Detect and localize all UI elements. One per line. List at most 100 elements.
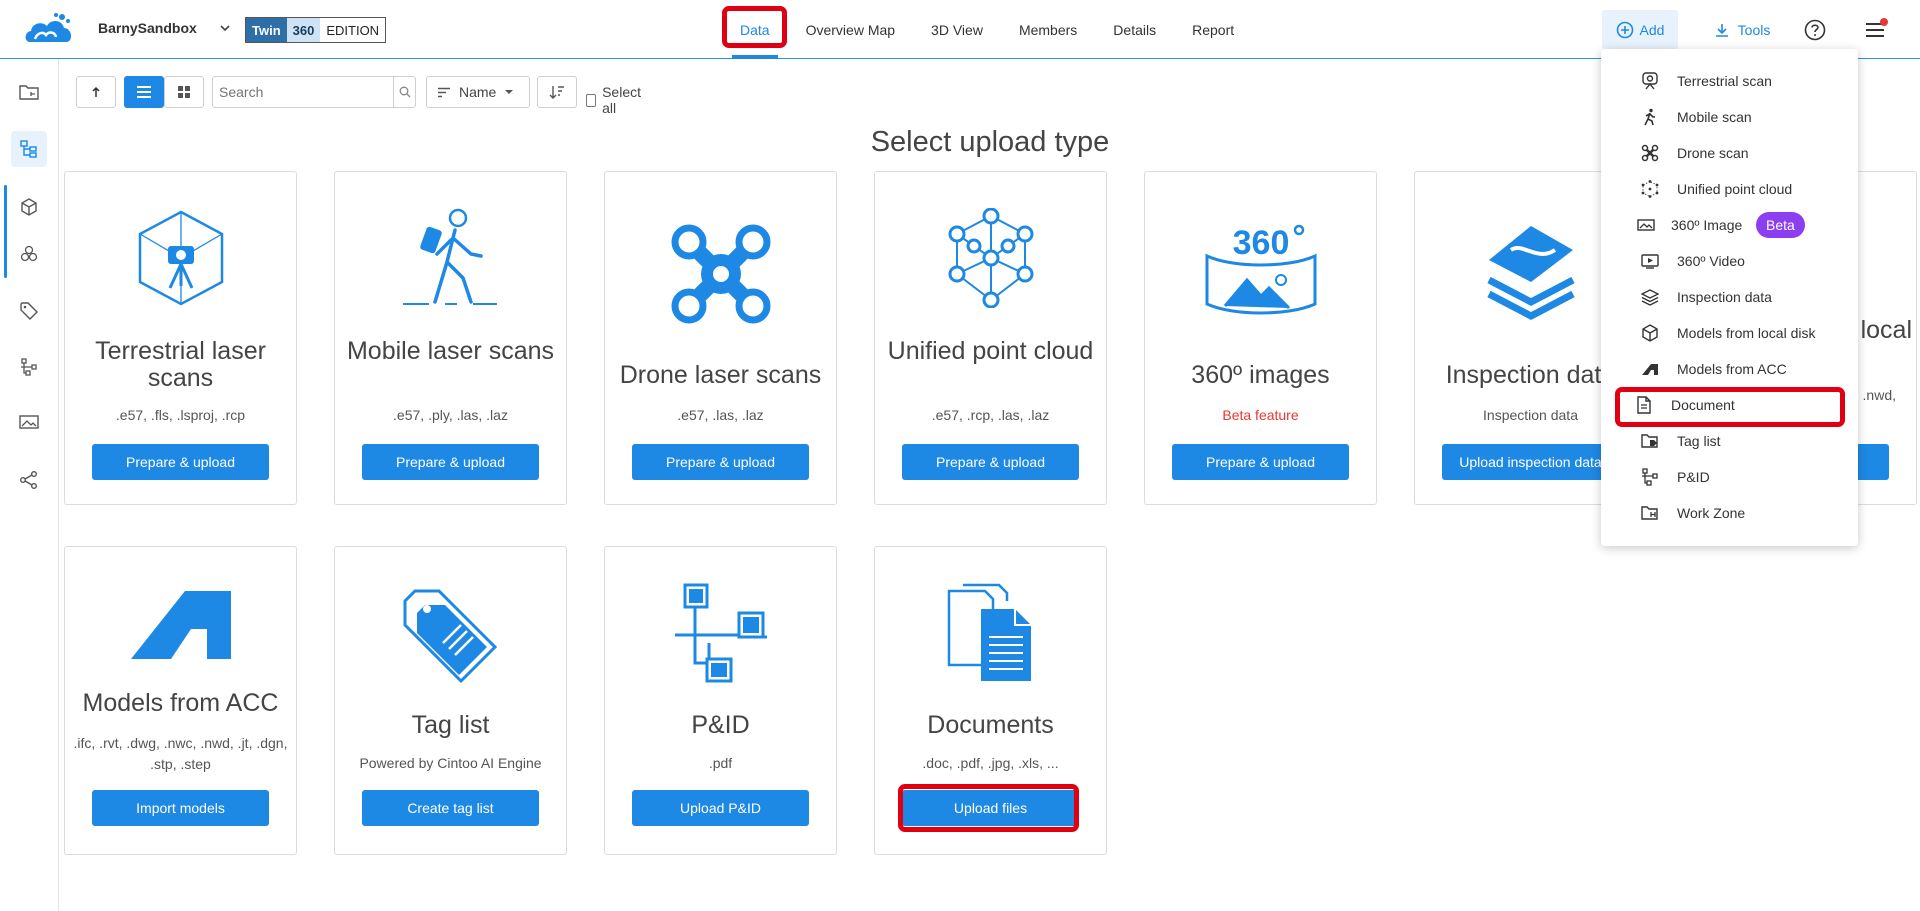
prepare-upload-button[interactable]: Prepare & upload	[902, 444, 1079, 480]
menu-item-inspection-data[interactable]: Inspection data	[1601, 280, 1858, 314]
sort-ascending-icon	[549, 86, 564, 99]
menu-item-mobile-scan[interactable]: Mobile scan	[1601, 100, 1858, 134]
import-models-button[interactable]: Import models	[92, 790, 269, 826]
card-subtitle: .pdf	[708, 755, 733, 771]
upload-card-drone: Drone laser scans .e57, .las, .laz Prepa…	[604, 171, 837, 505]
go-up-button[interactable]	[76, 76, 116, 108]
terrestrial-scanner-icon	[138, 210, 223, 306]
menu-item-label: Terrestrial scan	[1677, 73, 1772, 89]
sort-lines-icon	[438, 87, 450, 97]
tab-report[interactable]: Report	[1174, 0, 1252, 59]
create-tag-list-button[interactable]: Create tag list	[362, 790, 539, 826]
menu-item-label: Document	[1671, 397, 1735, 413]
upload-inspection-button[interactable]: Upload inspection data	[1442, 444, 1619, 480]
card-title: P&ID	[691, 711, 750, 739]
menu-item-document[interactable]: Document	[1601, 388, 1858, 422]
menu-item-360-video[interactable]: 360º Video	[1601, 244, 1858, 278]
workspace-name[interactable]: BarnySandbox	[98, 20, 197, 36]
card-subtitle: .e57, .rcp, .las, .laz	[931, 407, 1050, 423]
prepare-upload-button[interactable]: Prepare & upload	[92, 444, 269, 480]
tab-data[interactable]: Data	[722, 0, 788, 59]
sidebar-item-pid[interactable]	[11, 349, 47, 385]
search-icon	[399, 86, 410, 98]
menu-item-pid[interactable]: P&ID	[1601, 460, 1858, 494]
sidebar-item-folders[interactable]	[11, 74, 47, 110]
prepare-upload-button[interactable]: Prepare & upload	[362, 444, 539, 480]
sort-select[interactable]: Name	[426, 76, 530, 108]
upload-files-button[interactable]: Upload files	[902, 790, 1079, 826]
tab-details[interactable]: Details	[1095, 0, 1174, 59]
sort-direction-button[interactable]	[537, 76, 577, 108]
search-field[interactable]	[212, 76, 416, 108]
sidebar-item-data-tree[interactable]	[11, 131, 47, 167]
tab-members[interactable]: Members	[1001, 0, 1095, 59]
upload-card-documents: Documents .doc, .pdf, .jpg, .xls, ... Up…	[874, 546, 1107, 855]
sidebar-item-point-clouds[interactable]	[11, 236, 47, 272]
tools-button[interactable]: Tools	[1702, 10, 1782, 49]
terrestrial-scan-icon	[1641, 72, 1659, 90]
upload-card-terrestrial: Terrestrial laser scans .e57, .fls, .lsp…	[64, 171, 297, 505]
menu-item-terrestrial-scan[interactable]: Terrestrial scan	[1601, 64, 1858, 98]
share-icon	[20, 471, 37, 489]
edition-twin: Twin	[246, 18, 287, 42]
svg-text:360: 360	[1232, 224, 1289, 262]
card-subtitle: .e57, .fls, .lsproj, .rcp	[115, 407, 246, 423]
menu-item-drone-scan[interactable]: Drone scan	[1601, 136, 1858, 170]
card-title: Documents	[927, 711, 1054, 739]
card-subtitle: .ifc, .rvt, .dwg, .nwc, .nwd, .jt, .dgn,…	[73, 735, 288, 772]
panorama-video-icon	[1641, 252, 1659, 270]
sort-label: Name	[459, 84, 497, 100]
main-nav: Data Overview Map 3D View Members Detail…	[722, 0, 1252, 59]
menu-item-label: Work Zone	[1677, 505, 1746, 521]
menu-item-models-local-disk[interactable]: Models from local disk	[1601, 316, 1858, 350]
grid-view-button[interactable]	[164, 76, 204, 108]
layers-icon	[1641, 288, 1659, 306]
chevron-down-icon[interactable]	[218, 21, 232, 35]
upload-card-pid: P&ID .pdf Upload P&ID	[604, 546, 837, 855]
list-icon	[137, 86, 151, 98]
cintoo-logo-icon[interactable]	[22, 12, 76, 48]
walker-icon	[1641, 108, 1659, 126]
prepare-upload-button[interactable]: Prepare & upload	[632, 444, 809, 480]
panorama-image-icon	[19, 415, 39, 429]
sidebar-item-models[interactable]	[11, 189, 47, 225]
walker-scanner-icon	[402, 208, 497, 305]
upload-card-mobile: Mobile laser scans .e57, .ply, .las, .la…	[334, 171, 567, 505]
upload-card-unified: Unified point cloud .e57, .rcp, .las, .l…	[874, 171, 1107, 505]
sidebar-item-tags[interactable]	[11, 293, 47, 329]
prepare-upload-button[interactable]: Prepare & upload	[1172, 444, 1349, 480]
add-button[interactable]: Add	[1602, 10, 1678, 49]
pid-diagram-icon	[674, 583, 767, 683]
upload-pid-button[interactable]: Upload P&ID	[632, 790, 809, 826]
point-cloud-icon	[948, 208, 1033, 308]
menu-item-work-zone[interactable]: Work Zone	[1601, 496, 1858, 530]
menu-item-label: P&ID	[1677, 469, 1710, 485]
add-label: Add	[1639, 21, 1665, 38]
select-all-checkbox[interactable]	[586, 93, 597, 107]
card-subtitle: .doc, .pdf, .jpg, .xls, ...	[922, 755, 1059, 771]
search-input[interactable]	[213, 78, 393, 106]
card-title: Terrestrial laser scans	[95, 337, 266, 392]
tab-3d-view[interactable]: 3D View	[913, 0, 1001, 59]
menu-item-models-acc[interactable]: Models from ACC	[1601, 352, 1858, 386]
sidebar-item-share[interactable]	[11, 462, 47, 498]
left-sidebar	[0, 59, 59, 911]
layers-icon	[1486, 226, 1575, 320]
menu-item-unified-point-cloud[interactable]: Unified point cloud	[1601, 172, 1858, 206]
list-view-button[interactable]	[124, 76, 164, 108]
tab-overview-map[interactable]: Overview Map	[788, 0, 913, 59]
panorama-image-icon	[1637, 216, 1655, 234]
select-all[interactable]: Select all	[586, 84, 644, 116]
notification-dot	[1880, 18, 1888, 26]
cube-icon	[21, 198, 37, 216]
menu-item-label: Mobile scan	[1677, 109, 1752, 125]
help-icon[interactable]	[1804, 19, 1826, 41]
add-menu: Terrestrial scan Mobile scan Drone scan …	[1601, 49, 1858, 546]
tools-label: Tools	[1737, 21, 1771, 38]
edition-360: 360	[286, 18, 321, 42]
menu-item-tag-list[interactable]: Tag list	[1601, 424, 1858, 458]
sidebar-item-images[interactable]	[11, 404, 47, 440]
search-button[interactable]	[393, 77, 415, 107]
drone-icon	[1641, 144, 1659, 162]
menu-item-360-image[interactable]: 360º Image Beta	[1601, 208, 1858, 242]
